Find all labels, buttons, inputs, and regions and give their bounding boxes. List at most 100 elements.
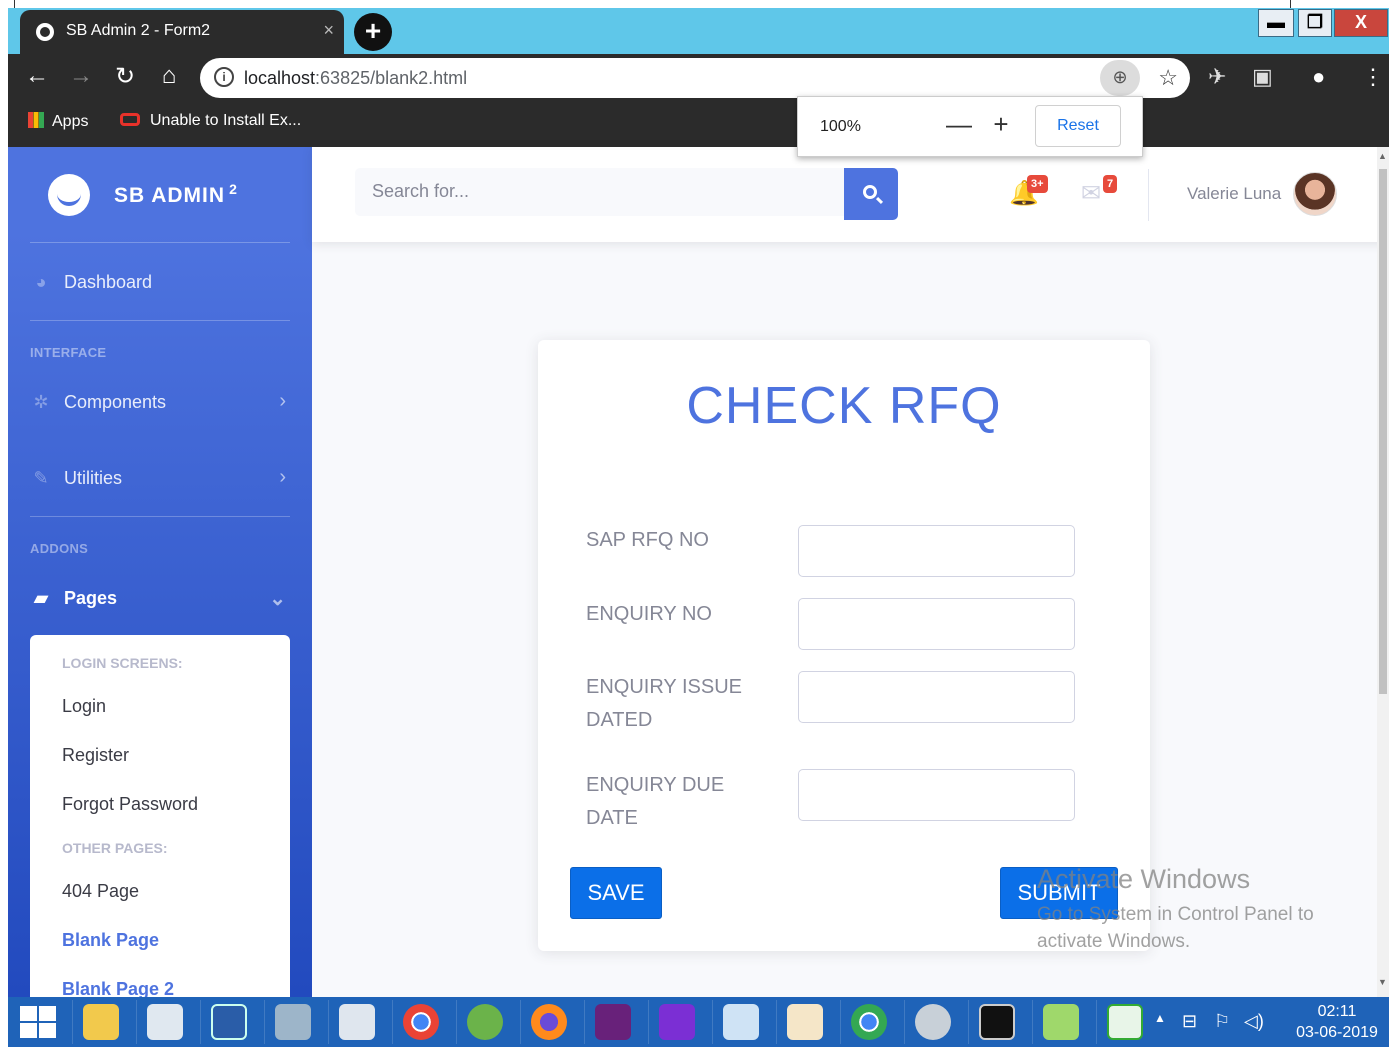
- network-icon: [147, 1004, 183, 1040]
- zoom-reset-button[interactable]: Reset: [1035, 105, 1121, 147]
- close-window-button[interactable]: X: [1334, 9, 1388, 37]
- bookmark-apps-label: Apps: [52, 113, 89, 130]
- cog-icon: ✲: [33, 392, 49, 412]
- windows-taskbar: ▲ ⊟ ⚐ ◁) 02:11 03-06-2019: [8, 997, 1389, 1047]
- taskbar-notepad-plus[interactable]: [1032, 1000, 1088, 1044]
- taskbar-remote-desktop[interactable]: [328, 1000, 384, 1044]
- address-bar[interactable]: i localhost:63825/blank2.html ⊕ ☆: [200, 58, 1190, 98]
- forward-icon[interactable]: →: [66, 62, 96, 90]
- sidebar-item-components[interactable]: ✲ Components ›: [30, 388, 290, 428]
- enquiry-due-date-input[interactable]: [798, 769, 1075, 821]
- bookmark-apps[interactable]: Apps: [28, 112, 88, 131]
- scroll-down-icon[interactable]: ▼: [1378, 977, 1387, 987]
- messages-badge: 7: [1103, 175, 1118, 193]
- sidebar-item-dashboard[interactable]: ◕ Dashboard: [30, 268, 290, 308]
- notepad-icon: [723, 1004, 759, 1040]
- avatar[interactable]: [1293, 172, 1337, 216]
- sidebar-item-label: Components: [64, 392, 167, 412]
- chevron-down-icon: ⌄: [269, 588, 286, 610]
- taskbar-search-app[interactable]: [648, 1000, 704, 1044]
- collapse-item-blank-2[interactable]: Blank Page 2: [62, 979, 174, 997]
- taskbar-paint[interactable]: [776, 1000, 832, 1044]
- collapse-item-login[interactable]: Login: [62, 696, 106, 717]
- volume-icon[interactable]: ◁): [1244, 1011, 1264, 1032]
- profile-icon[interactable]: ●: [1312, 64, 1325, 90]
- extension-icon[interactable]: ✈: [1208, 64, 1226, 90]
- extension-icon-2[interactable]: ▣: [1252, 64, 1273, 90]
- taskbar-toad[interactable]: [456, 1000, 512, 1044]
- zoom-icon[interactable]: ⊕: [1100, 60, 1140, 96]
- taskbar-notes[interactable]: [712, 1000, 768, 1044]
- taskbar-cmd[interactable]: [968, 1000, 1024, 1044]
- rfq-form-card: CHECK RFQ SAP RFQ NO ENQUIRY NO ENQUIRY …: [538, 340, 1150, 951]
- enquiry-no-input[interactable]: [798, 598, 1075, 650]
- collapse-heading-other: OTHER PAGES:: [62, 840, 168, 856]
- folder-icon: [83, 1004, 119, 1040]
- start-button[interactable]: [18, 1005, 58, 1039]
- sidebar-divider: [30, 242, 290, 243]
- collapse-item-404[interactable]: 404 Page: [62, 881, 139, 902]
- taskbar-file-explorer[interactable]: [72, 1000, 128, 1044]
- brand-version: 2: [229, 181, 238, 197]
- search-input[interactable]: Search for...: [355, 168, 845, 216]
- bookmark-star-icon[interactable]: ☆: [1158, 65, 1178, 91]
- taskbar-media[interactable]: [1096, 1000, 1152, 1044]
- tray-expand-icon[interactable]: ▲: [1154, 1011, 1166, 1025]
- restore-button[interactable]: ❐: [1298, 9, 1332, 37]
- screen: SB Admin 2 - Form2 × + ▬ ❐ X ← → ↻ ⌂ i l…: [0, 0, 1389, 1047]
- tab-close-icon[interactable]: ×: [323, 20, 334, 41]
- watermark-line-3: activate Windows.: [1037, 931, 1191, 952]
- user-name[interactable]: Valerie Luna: [1187, 184, 1281, 204]
- scrollbar-thumb[interactable]: [1379, 169, 1387, 694]
- taskbar-server[interactable]: [264, 1000, 320, 1044]
- menu-icon[interactable]: ⋮: [1362, 64, 1384, 90]
- sidebar-brand[interactable]: SB ADMIN 2: [8, 147, 312, 242]
- info-icon[interactable]: i: [214, 67, 234, 87]
- windows-logo-icon: [20, 1023, 37, 1038]
- terminal-icon: [979, 1004, 1015, 1040]
- zoom-in-button[interactable]: +: [986, 109, 1016, 140]
- enquiry-issue-dated-input[interactable]: [798, 671, 1075, 723]
- reload-icon[interactable]: ↻: [110, 62, 140, 91]
- taskbar-powershell[interactable]: [200, 1000, 256, 1044]
- browser-tab[interactable]: SB Admin 2 - Form2 ×: [20, 10, 344, 54]
- sidebar-item-pages[interactable]: ▰ Pages ⌄: [30, 584, 290, 624]
- flag-icon[interactable]: ⚐: [1214, 1011, 1230, 1032]
- sap-rfq-no-input[interactable]: [798, 525, 1075, 577]
- chevron-right-icon: ›: [279, 466, 286, 488]
- back-icon[interactable]: ←: [22, 62, 52, 90]
- collapse-item-forgot-password[interactable]: Forgot Password: [62, 794, 198, 815]
- zoom-popup: 100% — + Reset: [797, 96, 1143, 157]
- url-path: :63825/blank2.html: [315, 68, 468, 88]
- taskbar-clock[interactable]: 02:11 03-06-2019: [1292, 1001, 1382, 1043]
- page-scrollbar[interactable]: ▲ ▼: [1377, 147, 1389, 997]
- magnifier-icon: [659, 1004, 695, 1040]
- taskbar-chrome[interactable]: [392, 1000, 448, 1044]
- collapse-item-register[interactable]: Register: [62, 745, 129, 766]
- watermark-line-1: Activate Windows: [1037, 864, 1251, 894]
- zoom-level: 100%: [820, 118, 861, 135]
- minimize-button[interactable]: ▬: [1258, 9, 1294, 37]
- home-icon[interactable]: ⌂: [154, 62, 184, 90]
- topbar: Search for... 🔔 3+ ✉ 7 Valerie Luna: [312, 147, 1389, 242]
- wrench-icon: ✎: [33, 468, 49, 488]
- new-tab-button[interactable]: +: [354, 13, 392, 51]
- taskbar-chrome-2[interactable]: [840, 1000, 896, 1044]
- zoom-out-button[interactable]: —: [944, 109, 974, 140]
- taskbar-network[interactable]: [136, 1000, 192, 1044]
- network-tray-icon[interactable]: ⊟: [1182, 1011, 1197, 1032]
- collapse-item-blank[interactable]: Blank Page: [62, 930, 159, 951]
- save-button[interactable]: SAVE: [570, 867, 662, 919]
- sidebar-divider: [30, 516, 290, 517]
- taskbar-services[interactable]: [904, 1000, 960, 1044]
- chevron-right-icon: ›: [279, 390, 286, 412]
- scroll-up-icon[interactable]: ▲: [1378, 151, 1387, 161]
- taskbar-visual-studio[interactable]: [584, 1000, 640, 1044]
- field-label-enquiry-no: ENQUIRY NO: [586, 603, 712, 625]
- sidebar-item-utilities[interactable]: ✎ Utilities ›: [30, 464, 290, 504]
- taskbar-firefox[interactable]: [520, 1000, 576, 1044]
- sidebar-divider: [30, 320, 290, 321]
- search-button[interactable]: [844, 168, 898, 220]
- envelope-icon[interactable]: ✉: [1081, 179, 1101, 208]
- bookmark-oracle[interactable]: Unable to Install Ex...: [120, 112, 301, 130]
